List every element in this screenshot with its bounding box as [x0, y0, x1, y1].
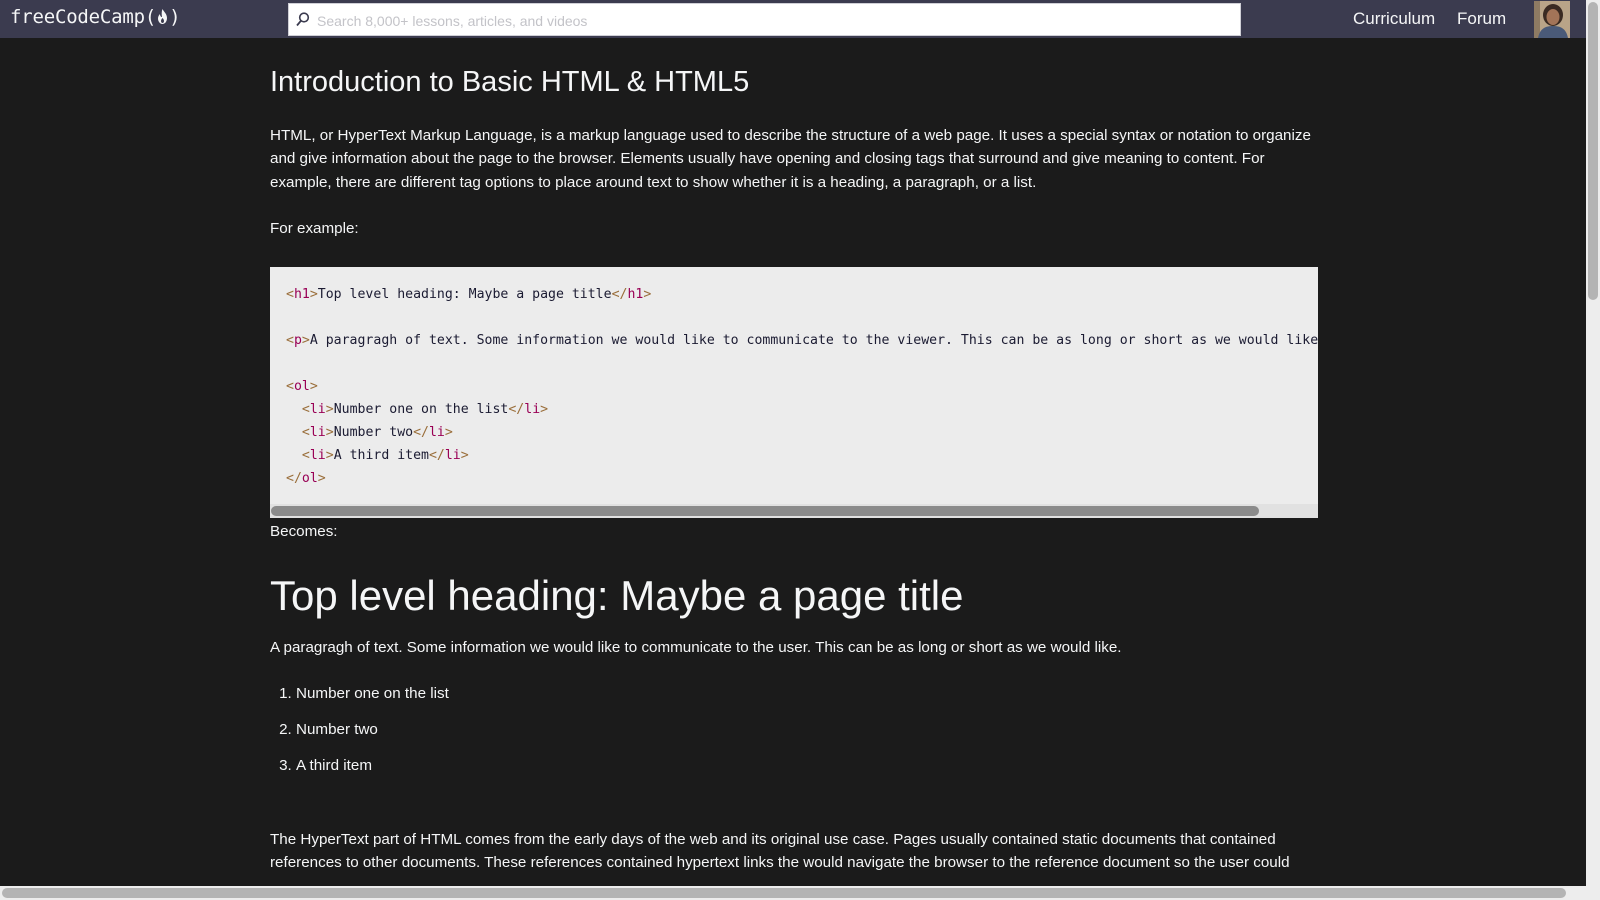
logo-text: freeCodeCamp( [10, 6, 157, 28]
rendered-ordered-list: Number one on the list Number two A thir… [270, 684, 449, 792]
intro-paragraph: HTML, or HyperText Markup Language, is a… [270, 127, 1311, 191]
top-navbar: freeCodeCamp() Curriculum Forum [0, 0, 1586, 38]
horizontal-scrollbar-thumb[interactable] [2, 888, 1566, 898]
code-li-2-text: Number two [333, 425, 414, 440]
search-icon [296, 12, 310, 27]
avatar-image [1534, 1, 1570, 38]
code-horizontal-scrollbar[interactable] [270, 504, 1318, 518]
code-li-3-text: A third item [333, 448, 429, 463]
rendered-paragraph: A paragragh of text. Some information we… [270, 639, 1122, 656]
becomes-label: Becomes: [270, 523, 338, 540]
logo-paren: ) [169, 6, 181, 28]
code-h1-text: Top level heading: Maybe a page title [317, 287, 612, 302]
code-example-block: <h1>Top level heading: Maybe a page titl… [270, 267, 1318, 518]
vertical-scrollbar[interactable] [1586, 0, 1600, 900]
search-bar [288, 3, 1241, 37]
user-avatar[interactable] [1534, 1, 1570, 38]
rendered-heading: Top level heading: Maybe a page title [270, 572, 964, 619]
search-input[interactable] [315, 4, 1219, 37]
vertical-scrollbar-thumb[interactable] [1588, 2, 1598, 300]
nav-link-curriculum[interactable]: Curriculum [1353, 9, 1435, 29]
page-title: Introduction to Basic HTML & HTML5 [270, 66, 750, 98]
nav-link-forum[interactable]: Forum [1457, 9, 1506, 29]
list-item: Number two [296, 720, 449, 756]
code-p-text: A paragragh of text. Some information we… [309, 333, 1318, 348]
horizontal-scrollbar[interactable] [0, 886, 1586, 900]
list-item: Number one on the list [296, 684, 449, 720]
list-item: A third item [296, 756, 449, 792]
code-li-1-text: Number one on the list [333, 402, 509, 417]
freecodecamp-logo[interactable]: freeCodeCamp() [10, 6, 181, 28]
for-example-label: For example: [270, 220, 359, 237]
code-text: <h1>Top level heading: Maybe a page titl… [286, 283, 1318, 490]
hypertext-paragraph: The HyperText part of HTML comes from th… [270, 831, 1290, 872]
code-scrollbar-thumb[interactable] [271, 506, 1259, 516]
flame-icon [158, 9, 168, 24]
